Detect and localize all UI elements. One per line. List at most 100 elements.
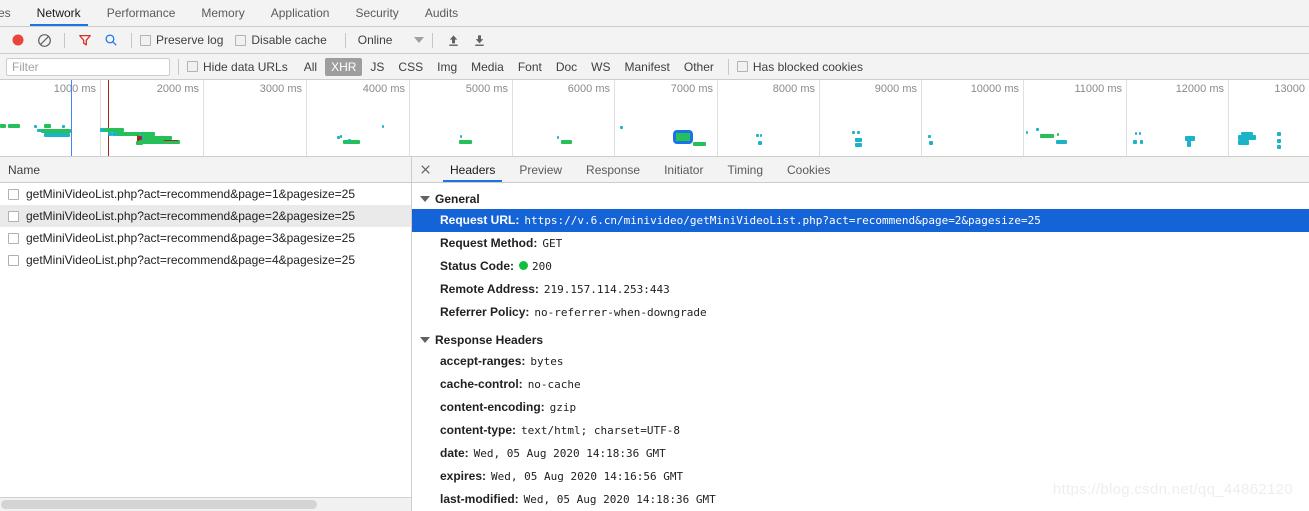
overview-bar — [460, 135, 462, 138]
detail-tab-response[interactable]: Response — [574, 157, 652, 182]
close-icon[interactable] — [412, 157, 438, 182]
filter-type-other[interactable]: Other — [678, 58, 720, 76]
filter-type-manifest[interactable]: Manifest — [619, 58, 676, 76]
toolbar-divider-3 — [344, 32, 346, 48]
response-headers-section-header[interactable]: Response Headers — [412, 330, 1309, 350]
request-row-name: getMiniVideoList.php?act=recommend&page=… — [26, 231, 356, 245]
request-row[interactable]: getMiniVideoList.php?act=recommend&page=… — [0, 227, 411, 249]
tab-rces[interactable]: rces — [0, 0, 24, 26]
tab-label: Memory — [201, 6, 245, 20]
record-icon[interactable] — [6, 29, 30, 51]
search-icon[interactable] — [99, 29, 123, 51]
tab-label: Security — [355, 6, 399, 20]
header-row[interactable]: Status Code: 200 — [412, 255, 1309, 278]
throttling-dropdown[interactable]: Online — [354, 33, 425, 47]
detail-tab-cookies[interactable]: Cookies — [775, 157, 842, 182]
network-filter-bar: Hide data URLs AllXHRJSCSSImgMediaFontDo… — [0, 54, 1309, 80]
header-row[interactable]: content-type: text/html; charset=UTF-8 — [412, 419, 1309, 442]
filter-type-all[interactable]: All — [298, 58, 323, 76]
overview-bar — [855, 138, 862, 142]
request-row-checkbox[interactable] — [8, 232, 19, 244]
filter-type-media[interactable]: Media — [465, 58, 510, 76]
overview-bar — [557, 136, 559, 139]
overview-bar — [348, 139, 351, 142]
resource-type-filters: All XHR JS CSS Img Media Font Doc WS Manifest Othe… — [298, 57, 720, 76]
request-detail-pane: Headers Preview Response Initiator Timing Coo… — [412, 157, 1309, 511]
tab-security[interactable]: Security — [342, 0, 411, 26]
network-overview-timeline[interactable]: 1000 ms 2000 ms 3000 ms 4000 ms 5000 ms 6000 … — [0, 80, 1309, 157]
network-toolbar: Preserve log Disable cache Online — [0, 27, 1309, 54]
request-row-checkbox[interactable] — [8, 254, 19, 266]
overview-bar — [0, 124, 6, 128]
overview-tick-label: 13000 — [1274, 83, 1305, 95]
header-value: no-referrer-when-downgrade — [534, 306, 707, 319]
column-header-name[interactable]: Name — [0, 157, 411, 183]
filter-input[interactable] — [6, 57, 170, 76]
general-rows: Request URL: https://v.6.cn/minivideo/get… — [412, 209, 1309, 324]
request-row-checkbox[interactable] — [8, 210, 19, 222]
request-list-hscrollbar[interactable] — [0, 497, 411, 511]
detail-tab-timing[interactable]: Timing — [715, 157, 775, 182]
header-row[interactable]: expires: Wed, 05 Aug 2020 14:16:56 GMT — [412, 465, 1309, 488]
request-row-checkbox[interactable] — [8, 188, 19, 200]
header-value: bytes — [530, 355, 564, 368]
filter-type-css[interactable]: CSS — [392, 58, 429, 76]
overview-bar — [1187, 141, 1191, 147]
hide-data-urls-box[interactable] — [187, 61, 198, 72]
hide-data-urls-checkbox[interactable]: Hide data URLs — [187, 60, 288, 74]
triangle-down-icon — [420, 337, 430, 343]
general-section-header[interactable]: General — [412, 189, 1309, 209]
hscrollbar-thumb[interactable] — [1, 500, 317, 509]
overview-bar — [1190, 136, 1195, 141]
tab-memory[interactable]: Memory — [188, 0, 257, 26]
import-har-icon[interactable] — [441, 29, 465, 51]
header-row[interactable]: date: Wed, 05 Aug 2020 14:18:36 GMT — [412, 442, 1309, 465]
status-ok-icon — [519, 261, 529, 270]
filter-type-img[interactable]: Img — [431, 58, 463, 76]
header-key: expires: — [440, 469, 487, 483]
header-row-selected[interactable]: Request URL: https://v.6.cn/minivideo/get… — [412, 209, 1309, 232]
hide-data-urls-label: Hide data URLs — [203, 59, 288, 74]
preserve-log-checkbox[interactable]: Preserve log — [140, 33, 223, 47]
tab-audits[interactable]: Audits — [412, 0, 471, 26]
filter-icon[interactable] — [73, 29, 97, 51]
header-row[interactable]: last-modified: Wed, 05 Aug 2020 14:18:36 … — [412, 488, 1309, 511]
overview-tick-label: 3000 ms — [259, 83, 302, 95]
header-row[interactable]: Remote Address: 219.157.114.253:443 — [412, 278, 1309, 301]
detail-tab-initiator[interactable]: Initiator — [652, 157, 715, 182]
export-har-icon[interactable] — [467, 29, 491, 51]
overview-bar — [1277, 145, 1281, 149]
header-row[interactable]: cache-control: no-cache — [412, 373, 1309, 396]
filter-type-js[interactable]: JS — [364, 58, 390, 76]
has-blocked-cookies-checkbox[interactable]: Has blocked cookies — [736, 60, 863, 74]
filter-type-font[interactable]: Font — [512, 58, 548, 76]
filter-type-ws[interactable]: WS — [585, 58, 616, 76]
overview-gridline — [921, 80, 922, 156]
filter-type-xhr[interactable]: XHR — [325, 57, 363, 76]
overview-bar — [928, 135, 931, 138]
overview-bar — [1057, 133, 1059, 136]
tab-label: Network — [36, 6, 81, 20]
request-row[interactable]: getMiniVideoList.php?act=recommend&page=… — [0, 249, 411, 271]
preserve-log-box[interactable] — [140, 34, 151, 46]
tab-application[interactable]: Application — [258, 0, 343, 26]
overview-gridline — [100, 80, 101, 156]
header-row[interactable]: content-encoding: gzip — [412, 396, 1309, 419]
filter-type-doc[interactable]: Doc — [550, 58, 583, 76]
disable-cache-box[interactable] — [235, 34, 247, 46]
request-row[interactable]: getMiniVideoList.php?act=recommend&page=… — [0, 205, 411, 227]
detail-tab-preview[interactable]: Preview — [507, 157, 574, 182]
tab-label: Application — [270, 6, 330, 20]
tab-performance[interactable]: Performance — [94, 0, 189, 26]
detail-tab-headers[interactable]: Headers — [438, 157, 507, 182]
header-row[interactable]: Request Method: GET — [412, 232, 1309, 255]
header-row[interactable]: accept-ranges: bytes — [412, 350, 1309, 373]
request-row[interactable]: getMiniVideoList.php?act=recommend&page=… — [0, 183, 411, 205]
overview-bar — [620, 126, 623, 129]
tab-network[interactable]: Network — [24, 0, 94, 26]
header-row[interactable]: Referrer Policy: no-referrer-when-downgra… — [412, 301, 1309, 324]
clear-icon[interactable] — [32, 29, 56, 51]
has-blocked-cookies-box[interactable] — [736, 61, 748, 72]
disable-cache-checkbox[interactable]: Disable cache — [235, 33, 327, 47]
header-key: Remote Address: — [440, 282, 539, 296]
